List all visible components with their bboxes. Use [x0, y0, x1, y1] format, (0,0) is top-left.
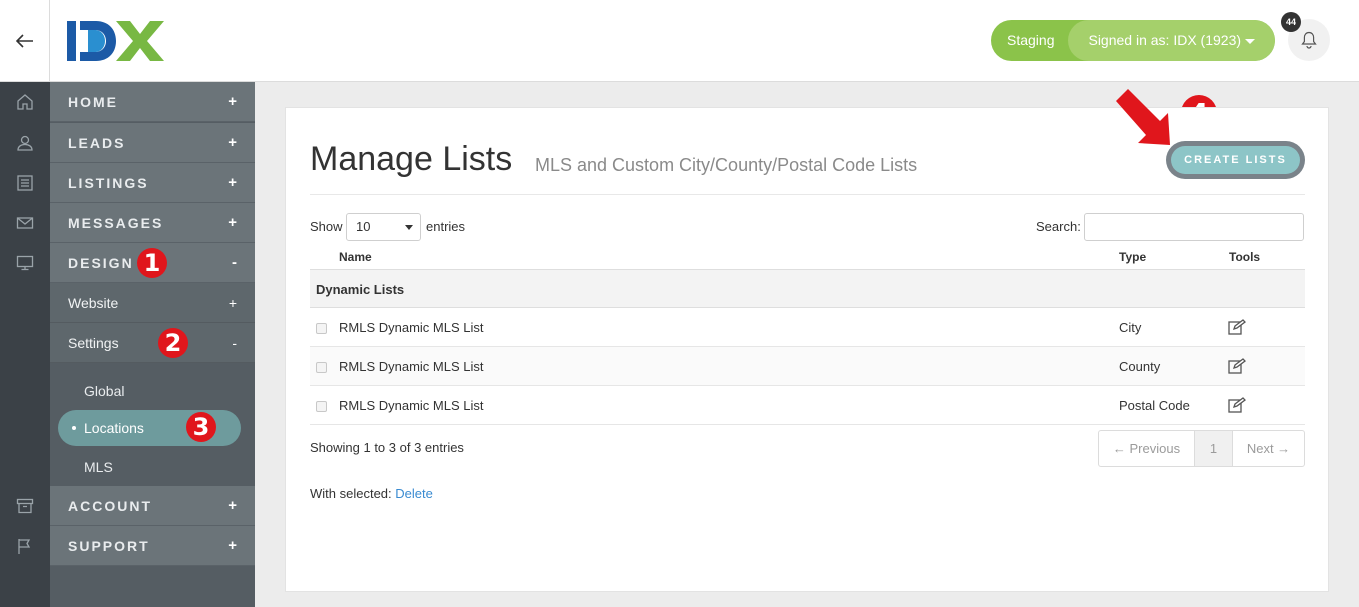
sidebar-nav: HOME + LEADS + LISTINGS + MESSAGES + DES…: [50, 82, 255, 607]
sidebar-item-label: Website: [68, 294, 119, 311]
account-dropdown[interactable]: Signed in as: IDX (1923): [1068, 20, 1276, 61]
caret-down-icon: [1245, 38, 1256, 44]
sidebar-item-account[interactable]: ACCOUNT +: [50, 486, 255, 526]
home-icon[interactable]: [15, 92, 35, 112]
create-lists-label: CREATE LISTS: [1171, 146, 1300, 174]
edit-icon[interactable]: [1228, 358, 1246, 374]
row-checkbox[interactable]: [316, 362, 327, 373]
sidebar-item-leads[interactable]: LEADS +: [50, 123, 255, 163]
sidebar-item-label: Settings: [68, 334, 119, 351]
listings-icon[interactable]: [15, 173, 35, 193]
delete-link[interactable]: Delete: [395, 486, 433, 501]
expand-icon: +: [228, 134, 237, 151]
row-checkbox[interactable]: [316, 323, 327, 334]
previous-page-button[interactable]: ← Previous: [1099, 431, 1195, 466]
step-marker-2: 2: [158, 328, 188, 358]
user-icon[interactable]: [15, 133, 35, 153]
notification-count-badge: 44: [1281, 12, 1301, 32]
bulk-actions: With selected: Delete: [310, 486, 433, 501]
archive-icon[interactable]: [15, 496, 35, 516]
sidebar-item-label: ACCOUNT: [68, 497, 152, 514]
edit-icon[interactable]: [1228, 319, 1246, 335]
divider: [310, 194, 1305, 195]
sidebar-item-label: HOME: [68, 93, 118, 110]
table-row: RMLS Dynamic MLS List Postal Code: [310, 386, 1305, 425]
search-label: Search:: [1036, 219, 1081, 234]
entries-per-page-select[interactable]: 10: [346, 213, 421, 241]
flag-icon[interactable]: [15, 536, 35, 556]
icon-rail: [0, 82, 50, 607]
row-checkbox[interactable]: [316, 401, 327, 412]
collapse-icon: -: [232, 334, 237, 351]
expand-icon: +: [228, 174, 237, 191]
idx-logo[interactable]: [66, 21, 172, 61]
column-header-type[interactable]: Type: [1119, 250, 1146, 264]
entries-value: 10: [356, 219, 371, 234]
page-subtitle: MLS and Custom City/County/Postal Code L…: [535, 155, 918, 175]
sidebar-item-website[interactable]: Website +: [50, 283, 255, 323]
sidebar-item-label: LISTINGS: [68, 174, 149, 191]
expand-icon: +: [228, 294, 237, 311]
expand-icon: +: [228, 93, 237, 110]
sidebar-item-mls[interactable]: MLS: [84, 459, 113, 475]
environment-label: Staging: [1007, 32, 1055, 48]
step-marker-3: 3: [186, 412, 216, 442]
row-type: Postal Code: [1119, 398, 1190, 413]
step-marker-1: 1: [137, 248, 167, 278]
account-label: Signed in as: IDX (1923): [1088, 32, 1242, 48]
manage-lists-card: Manage Lists MLS and Custom City/County/…: [285, 107, 1329, 592]
page-title: Manage Lists: [310, 140, 513, 178]
table-row: RMLS Dynamic MLS List City: [310, 308, 1305, 347]
red-arrow-annotation: [1116, 89, 1170, 145]
with-selected-label: With selected:: [310, 486, 392, 501]
sidebar-item-label: SUPPORT: [68, 537, 150, 554]
search-input[interactable]: [1084, 213, 1304, 241]
row-type: County: [1119, 359, 1161, 374]
row-name: RMLS Dynamic MLS List: [339, 359, 484, 374]
sidebar-item-listings[interactable]: LISTINGS +: [50, 163, 255, 203]
chevron-down-icon: [405, 225, 413, 230]
next-page-button[interactable]: Next →: [1233, 431, 1304, 466]
entries-label: entries: [426, 219, 466, 234]
back-button[interactable]: [0, 0, 50, 82]
table-row: RMLS Dynamic MLS List County: [310, 347, 1305, 386]
sidebar-item-support[interactable]: SUPPORT +: [50, 526, 255, 566]
bell-icon: [1301, 31, 1317, 49]
column-header-name[interactable]: Name: [339, 250, 372, 264]
environment-account-pill: Staging Signed in as: IDX (1923): [991, 20, 1276, 61]
sidebar-item-label: DESIGN: [68, 254, 134, 271]
monitor-icon[interactable]: [15, 253, 35, 273]
sidebar-item-label: Locations: [84, 420, 144, 436]
row-type: City: [1119, 320, 1142, 335]
sidebar-item-global[interactable]: Global: [84, 383, 124, 399]
top-bar: Staging Signed in as: IDX (1923) 44: [0, 0, 1359, 82]
group-label: Dynamic Lists: [316, 282, 405, 297]
expand-icon: +: [228, 214, 237, 231]
showing-entries-text: Showing 1 to 3 of 3 entries: [310, 440, 464, 455]
sidebar-item-home[interactable]: HOME +: [50, 82, 255, 122]
table-group-row: Dynamic Lists: [310, 269, 1305, 308]
sidebar-item-label: LEADS: [68, 134, 126, 151]
row-name: RMLS Dynamic MLS List: [339, 320, 484, 335]
show-label: Show: [310, 219, 343, 234]
expand-icon: +: [228, 537, 237, 554]
pagination: ← Previous 1 Next →: [1098, 430, 1305, 467]
mail-icon[interactable]: [15, 213, 35, 233]
column-header-tools: Tools: [1229, 250, 1261, 264]
active-dot-icon: [72, 426, 76, 430]
arrow-left-icon: [15, 34, 33, 48]
sidebar-item-label: MESSAGES: [68, 214, 164, 231]
row-name: RMLS Dynamic MLS List: [339, 398, 484, 413]
sidebar-item-settings[interactable]: Settings -: [50, 323, 255, 363]
sidebar-item-messages[interactable]: MESSAGES +: [50, 203, 255, 243]
edit-icon[interactable]: [1228, 397, 1246, 413]
page-number-button[interactable]: 1: [1195, 431, 1233, 466]
expand-icon: +: [228, 497, 237, 514]
collapse-icon: -: [232, 254, 237, 271]
